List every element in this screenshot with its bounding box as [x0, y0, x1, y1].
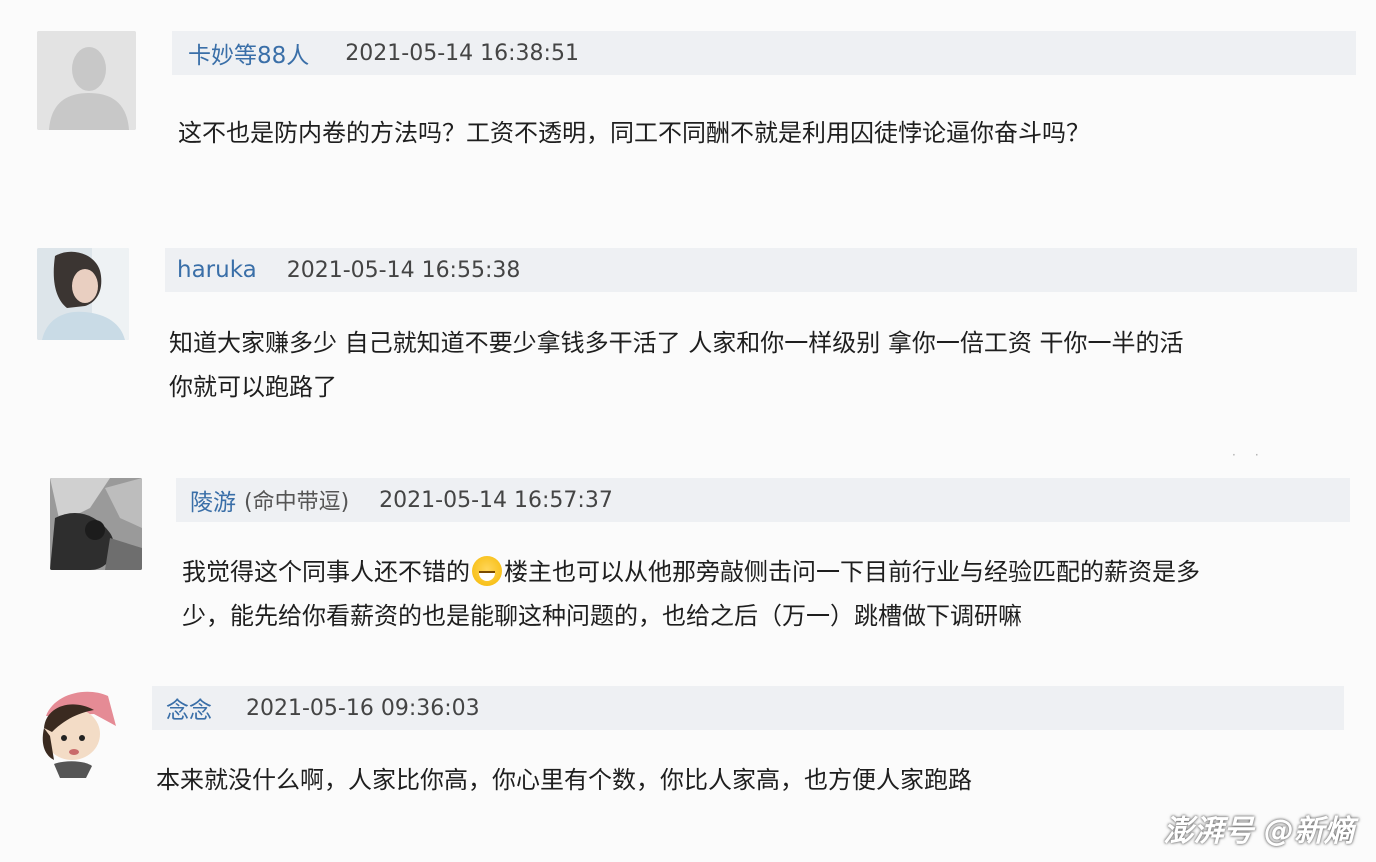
comment-header: haruka 2021-05-14 16:55:38	[165, 248, 1357, 292]
timestamp: 2021-05-14 16:55:38	[286, 257, 521, 283]
comment-header: 念念 2021-05-16 09:36:03	[152, 686, 1344, 730]
username-link[interactable]: 念念	[166, 691, 212, 725]
username-link[interactable]: haruka	[177, 257, 257, 283]
avatar[interactable]	[37, 248, 129, 340]
comment-feed: 卡妙等88人 2021-05-14 16:38:51 这不也是防内卷的方法吗？工…	[0, 0, 1376, 862]
username-link[interactable]: 卡妙等88人	[188, 36, 309, 70]
default-avatar-icon	[37, 31, 136, 130]
comment-text-line: 我觉得这个同事人还不错的 楼主也可以从他那旁敲侧击问一下目前行业与经验匹配的薪资是…	[182, 550, 1352, 594]
comment-text: 本来就没什么啊，人家比你高，你心里有个数，你比人家高，也方便人家跑路	[156, 758, 1336, 802]
comment-text-line: 少，能先给你看薪资的也是能聊这种问题的，也给之后（万一）跳槽做下调研嘛	[182, 602, 1022, 630]
timestamp: 2021-05-14 16:38:51	[345, 40, 579, 66]
avatar[interactable]	[50, 478, 142, 570]
timestamp: 2021-05-14 16:57:37	[379, 487, 613, 513]
avatar[interactable]	[24, 686, 120, 782]
timestamp: 2021-05-16 09:36:03	[246, 695, 480, 721]
comment-text-line: 知道大家赚多少 自己就知道不要少拿钱多干活了 人家和你一样级别 拿你一倍工资 干…	[169, 329, 1184, 357]
comment-text-segment: 我觉得这个同事人还不错的	[182, 558, 470, 586]
username-link[interactable]: 陵游	[190, 483, 236, 517]
comment-text-line: 你就可以跑路了	[169, 373, 337, 401]
comment-text-line: 这不也是防内卷的方法吗？工资不透明，同工不同酬不就是利用囚徒悖论逼你奋斗吗？	[178, 119, 1090, 147]
comment-header: 卡妙等88人 2021-05-14 16:38:51	[172, 31, 1356, 75]
comment-text: 我觉得这个同事人还不错的 楼主也可以从他那旁敲侧击问一下目前行业与经验匹配的薪资是…	[182, 550, 1352, 638]
user-photo	[50, 478, 142, 570]
comment-text: 知道大家赚多少 自己就知道不要少拿钱多干活了 人家和你一样级别 拿你一倍工资 干…	[169, 321, 1349, 409]
source-watermark: 澎湃号 @新熵	[1163, 814, 1354, 849]
user-photo	[37, 248, 129, 340]
comment-header: 陵游 (命中带逗) 2021-05-14 16:57:37	[176, 478, 1350, 522]
comment-text-segment: 楼主也可以从他那旁敲侧击问一下目前行业与经验匹配的薪资是多	[504, 558, 1200, 586]
comment-text-line: 本来就没什么啊，人家比你高，你心里有个数，你比人家高，也方便人家跑路	[156, 766, 972, 794]
avatar[interactable]	[37, 31, 136, 130]
laughing-emoji-icon	[472, 556, 502, 586]
user-badge: (命中带逗)	[244, 490, 350, 515]
comment-text: 这不也是防内卷的方法吗？工资不透明，同工不同酬不就是利用囚徒悖论逼你奋斗吗？	[178, 111, 1338, 155]
stray-marks: · ·	[1232, 448, 1259, 462]
cartoon-avatar	[24, 686, 120, 782]
